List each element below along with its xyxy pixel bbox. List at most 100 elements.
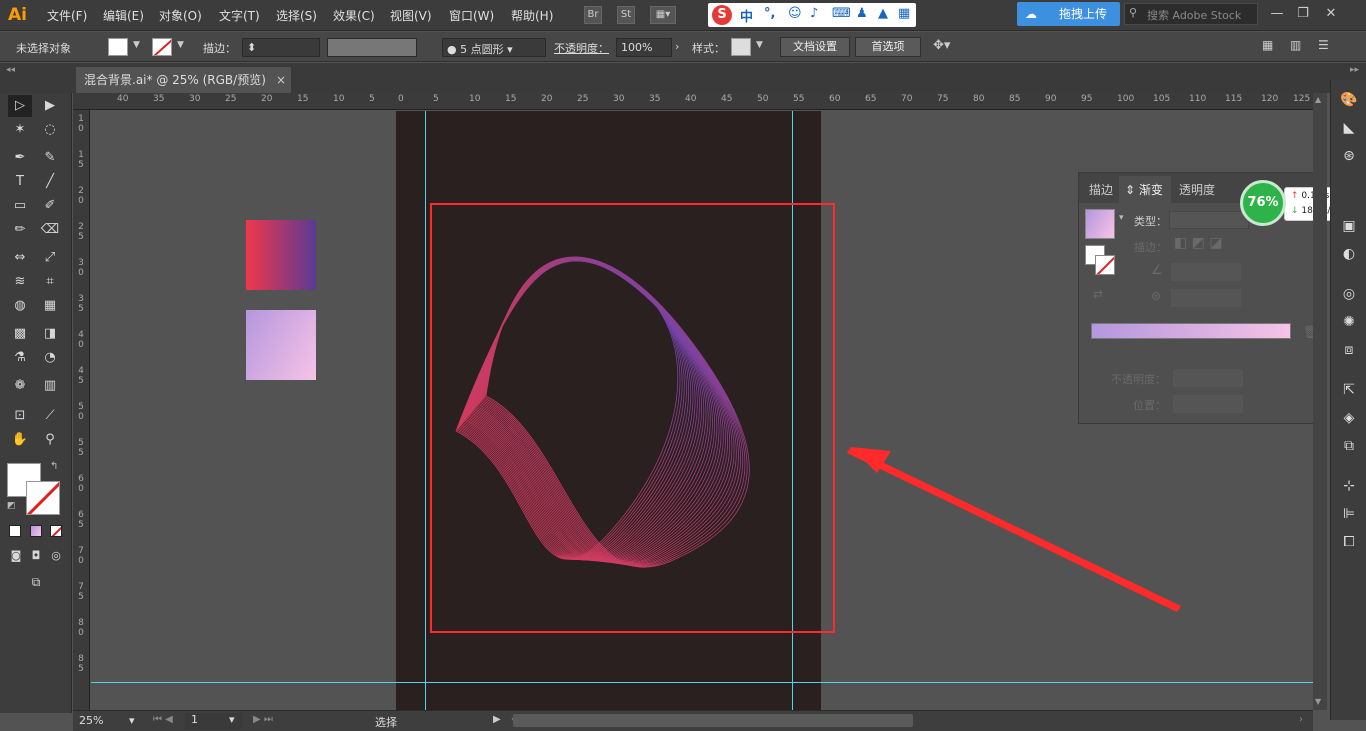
chevron-down-icon[interactable]: ▼ (756, 40, 763, 50)
rectangle-tool-icon[interactable]: ▭ (8, 195, 32, 217)
menu-window[interactable]: 窗口(W) (449, 7, 494, 24)
artboard-tool-icon[interactable]: ⊡ (8, 405, 32, 427)
close-tab-icon[interactable]: × (276, 67, 286, 93)
chevron-down-icon[interactable]: ▾ (1119, 213, 1124, 223)
gradient-mode-icon[interactable] (30, 525, 42, 537)
collapse-dock-icon[interactable]: ▸▸ (1350, 65, 1359, 75)
horizontal-scroll-thumb[interactable] (513, 714, 913, 727)
fill-swatch[interactable] (108, 38, 128, 56)
aspect-ratio-input[interactable] (1171, 289, 1241, 307)
memory-percent-badge[interactable]: 76% (1240, 180, 1286, 226)
skin-icon[interactable]: ♟ (856, 6, 868, 21)
layers-icon[interactable]: ◈ (1339, 408, 1359, 428)
keyboard-icon[interactable]: ⌨ (832, 6, 851, 21)
close-button[interactable]: ✕ (1320, 4, 1342, 24)
emoji-icon[interactable]: ☺ (788, 6, 802, 21)
scale-tool-icon[interactable]: ⤢ (38, 247, 62, 269)
align-icon[interactable]: ▦ (1262, 38, 1273, 52)
appearance-icon[interactable]: ◎ (1339, 284, 1359, 304)
stroke-color-swatch[interactable] (26, 481, 60, 515)
line-tool-icon[interactable]: ╱ (38, 171, 62, 193)
bridge-icon[interactable]: Br (584, 6, 602, 24)
zoom-select[interactable]: 25% ▾ (79, 714, 134, 727)
apps-grid-icon[interactable]: ▦ (898, 6, 910, 21)
brush-definition-select[interactable]: ● 5 点圆形 ▾ (442, 38, 546, 57)
type-tool-icon[interactable]: T (8, 171, 32, 193)
menu-edit[interactable]: 编辑(E) (103, 7, 144, 24)
menu-object[interactable]: 对象(O) (159, 7, 202, 24)
artboards-icon[interactable]: ⧉ (1339, 436, 1359, 456)
chevron-down-icon[interactable]: ▼ (133, 40, 140, 50)
chevron-down-icon[interactable]: ▼ (177, 40, 184, 50)
stock-icon[interactable]: St (617, 6, 635, 24)
tab-stroke[interactable]: 描边 (1089, 181, 1113, 198)
opacity-input[interactable]: 100% (616, 38, 672, 57)
stroke-swatch[interactable] (1095, 255, 1115, 275)
transparency-icon[interactable]: ◐ (1339, 244, 1359, 264)
tab-transparency[interactable]: 透明度 (1179, 181, 1215, 198)
none-mode-icon[interactable] (50, 525, 62, 537)
graphic-styles-icon[interactable]: ⧈ (1339, 340, 1359, 360)
selection-tool-icon[interactable]: ▷ (8, 95, 32, 117)
rotate-tool-icon[interactable]: ⇔ (8, 247, 32, 269)
artboard-nav-prev[interactable]: ⏮ ◀ (153, 714, 173, 725)
tab-gradient[interactable]: ⇕ 渐变 (1125, 181, 1163, 198)
cloud-upload-button[interactable]: ☁ 拖拽上传 (1017, 2, 1120, 26)
zoom-tool-icon[interactable]: ⚲ (38, 429, 62, 451)
menu-file[interactable]: 文件(F) (47, 7, 87, 24)
scroll-down-icon[interactable]: ▼ (1315, 697, 1321, 706)
status-menu-icon[interactable]: ▶ (493, 714, 501, 725)
scroll-up-icon[interactable]: ▲ (1315, 95, 1321, 104)
mesh-tool-icon[interactable]: ▩ (8, 323, 32, 345)
color-mode-icon[interactable] (9, 525, 21, 537)
graphic-style-swatch[interactable] (731, 38, 751, 56)
hand-tool-icon[interactable]: ✋ (8, 429, 32, 451)
shaper-tool-icon[interactable]: ✏ (8, 219, 32, 241)
gradient-type-select[interactable] (1169, 211, 1249, 229)
stroke-swatch[interactable] (152, 38, 172, 56)
direct-selection-tool-icon[interactable]: ▶ (38, 95, 62, 117)
column-graph-tool-icon[interactable]: ▥ (38, 375, 62, 397)
perspective-grid-tool-icon[interactable]: ▦ (38, 295, 62, 317)
align-panel-icon[interactable]: ⊫ (1339, 504, 1359, 524)
panel-menu-icon[interactable]: ☰ (1318, 38, 1329, 52)
collapse-toolbar-icon[interactable]: ◂◂ (6, 65, 15, 75)
artboard-nav-next[interactable]: ▶ ⏭ (253, 714, 273, 725)
vertical-scrollbar[interactable]: ▲ ▼ (1313, 93, 1327, 710)
symbols-icon[interactable]: ✺ (1339, 312, 1359, 332)
artboard-number-select[interactable]: 1 ▾ (185, 713, 243, 729)
magic-wand-tool-icon[interactable]: ✶ (8, 119, 32, 141)
draw-inside-icon[interactable]: ◎ (44, 545, 68, 567)
slice-tool-icon[interactable]: ⟋ (38, 405, 62, 427)
arrange-icon[interactable]: ✥▾ (933, 38, 950, 53)
ime-lang-toggle[interactable]: 中 (740, 6, 753, 25)
menu-view[interactable]: 视图(V) (390, 7, 432, 24)
export-icon[interactable]: ⇱ (1339, 380, 1359, 400)
transform-panel-icon[interactable]: ⊹ (1339, 476, 1359, 496)
shirt-icon[interactable]: ▲ (878, 6, 888, 21)
eyedropper-tool-icon[interactable]: ⚗ (8, 347, 32, 369)
stroke-gradient-options-icon[interactable]: ◧ ◩ ◪ (1174, 235, 1223, 251)
transform-icon[interactable]: ▥ (1290, 38, 1301, 52)
gradient-tool-icon[interactable]: ◨ (38, 323, 62, 345)
eraser-tool-icon[interactable]: ⌫ (38, 219, 62, 241)
color-guide-icon[interactable]: ◣ (1339, 118, 1359, 138)
stock-search-input[interactable]: ⚲ 搜索 Adobe Stock (1124, 3, 1258, 25)
symbol-sprayer-tool-icon[interactable]: ❁ (8, 375, 32, 397)
color-panel-icon[interactable]: 🎨 (1339, 90, 1359, 110)
preferences-button[interactable]: 首选项 (855, 37, 921, 57)
chevron-right-icon[interactable]: › (675, 40, 679, 53)
document-setup-button[interactable]: 文档设置 (780, 37, 850, 57)
default-colors-icon[interactable]: ◩ (7, 501, 16, 511)
curvature-tool-icon[interactable]: ✎ (38, 147, 62, 169)
gradient-preview-swatch[interactable] (1085, 209, 1115, 239)
menu-type[interactable]: 文字(T) (219, 7, 260, 24)
screen-mode-icon[interactable]: ⧉ (24, 571, 48, 593)
pathfinder-icon[interactable]: ⧠ (1339, 532, 1359, 552)
paintbrush-tool-icon[interactable]: ✐ (38, 195, 62, 217)
lasso-tool-icon[interactable]: ◌ (38, 119, 62, 141)
maximize-button[interactable]: ❐ (1292, 4, 1314, 24)
opacity-label[interactable]: 不透明度： (554, 40, 609, 56)
ime-punct-toggle[interactable]: °, (764, 6, 775, 21)
blend-tool-icon[interactable]: ◔ (38, 347, 62, 369)
